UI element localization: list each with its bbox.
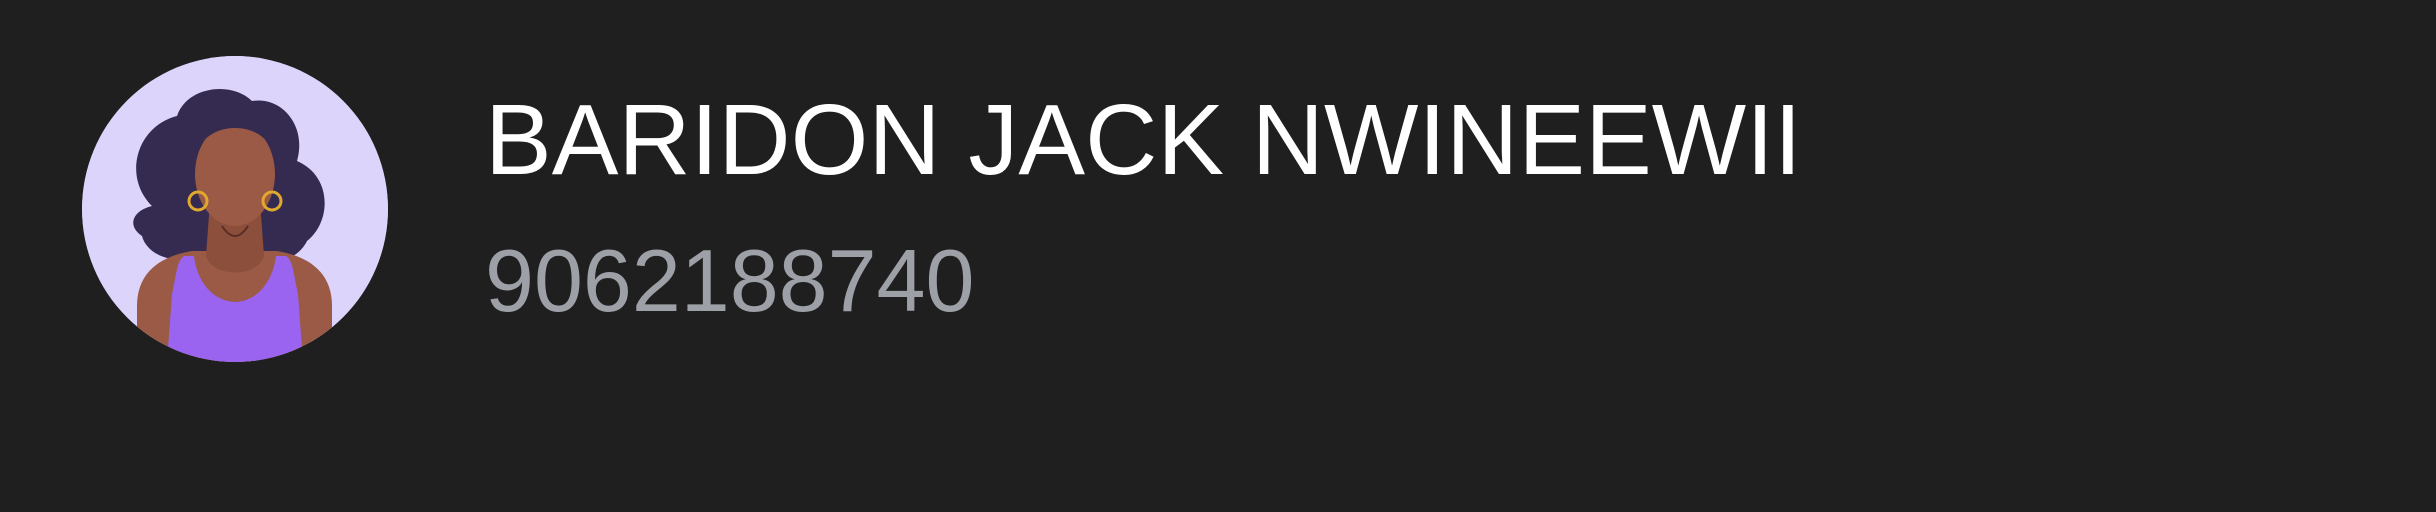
contact-name: BARIDON JACK NWINEEWII — [485, 84, 1802, 196]
contact-avatar — [82, 56, 388, 362]
contact-list-item[interactable]: BARIDON JACK NWINEEWII 9062188740 — [0, 0, 2436, 512]
contact-phone-number: 9062188740 — [485, 231, 975, 330]
woman-avatar-icon — [82, 56, 388, 362]
